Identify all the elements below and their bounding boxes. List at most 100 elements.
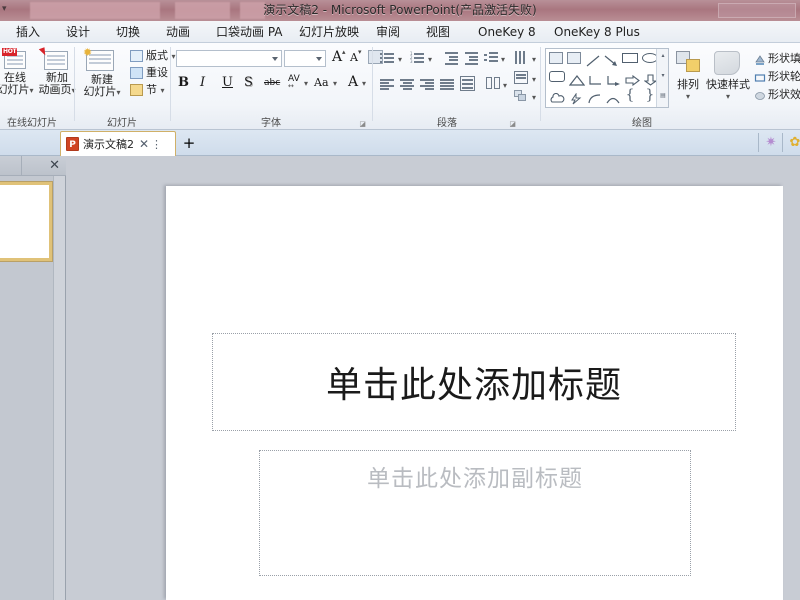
slide-thumbnail-1[interactable] xyxy=(0,181,53,262)
align-left-button[interactable] xyxy=(380,77,396,92)
gallery-more-icon[interactable]: ▤ xyxy=(659,91,667,101)
new-document-tab-button[interactable]: + xyxy=(180,132,198,154)
shape-rectangle-icon[interactable] xyxy=(622,53,638,63)
align-text-button[interactable] xyxy=(514,71,530,86)
line-spacing-button[interactable] xyxy=(484,51,500,66)
layout-icon xyxy=(130,50,143,62)
shape-arc-icon[interactable] xyxy=(606,90,620,104)
ribbon-group-paragraph: ▾ 1 2 3 ▾ ▾ ▾ 段落 ◪ xyxy=(374,43,520,129)
reset-button[interactable]: 重设 xyxy=(146,66,168,80)
quick-styles-button[interactable]: 快速样式 ▾ xyxy=(706,79,750,103)
chevron-down-icon[interactable]: ▾ xyxy=(503,81,507,90)
shapes-gallery-scrollbar[interactable]: ▴ ▾ ▤ xyxy=(656,49,668,107)
arrange-button[interactable]: 排列 ▾ xyxy=(670,79,706,103)
chevron-down-icon[interactable]: ▾ xyxy=(362,79,366,88)
italic-button[interactable]: I xyxy=(200,75,205,90)
subtitle-placeholder-text: 单击此处添加副标题 xyxy=(367,466,583,492)
text-direction-button[interactable] xyxy=(514,51,530,66)
shape-curve-icon[interactable] xyxy=(588,90,602,104)
ribbon-tab-view[interactable]: 视图 xyxy=(424,21,452,43)
shape-effects-button[interactable]: 形状效果 xyxy=(768,86,800,102)
chevron-down-icon[interactable]: ▾ xyxy=(532,93,536,102)
ribbon-tab-review[interactable]: 审阅 xyxy=(374,21,402,43)
tab-menu-icon[interactable]: ⋮ xyxy=(151,132,162,157)
shape-fill-button[interactable]: 形状填充 xyxy=(768,50,800,66)
columns-button[interactable] xyxy=(486,77,502,92)
bullets-button[interactable] xyxy=(380,51,396,66)
chevron-down-icon[interactable]: ▾ xyxy=(428,55,432,64)
align-right-button[interactable] xyxy=(420,77,436,92)
text-shadow-button[interactable]: S xyxy=(244,75,253,90)
shape-right-brace-icon[interactable]: } xyxy=(645,88,655,103)
font-color-button[interactable]: A xyxy=(348,74,358,90)
change-case-button[interactable]: Aa xyxy=(314,76,329,89)
ribbon-group-slides: ✹ 新建 幻灯片▾ 版式 ▾ 重设 节 ▾ 幻灯片 xyxy=(74,43,176,129)
shape-outline-button[interactable]: 形状轮廓 xyxy=(768,68,800,84)
justify-button[interactable] xyxy=(440,77,456,92)
ribbon-tab-animations[interactable]: 动画 xyxy=(164,21,192,43)
chevron-down-icon[interactable]: ▾ xyxy=(532,55,536,64)
ribbon-group-label-slides: 幻灯片 xyxy=(107,118,137,129)
ribbon-tab-design[interactable]: 设计 xyxy=(64,21,92,43)
title-placeholder-text: 单击此处添加标题 xyxy=(325,365,622,406)
distribute-text-button[interactable] xyxy=(460,76,476,91)
chevron-down-icon[interactable]: ▾ xyxy=(501,55,505,64)
shape-elbow-arrow-icon[interactable] xyxy=(607,71,621,86)
section-icon xyxy=(130,84,143,96)
numbering-button[interactable]: 1 2 3 xyxy=(410,51,426,66)
ribbon-tab-onekey8plus[interactable]: OneKey 8 Plus xyxy=(552,21,642,43)
ribbon-tab-onekey8[interactable]: OneKey 8 xyxy=(476,21,538,43)
shape-triangle-icon[interactable] xyxy=(568,71,586,86)
ribbon-tab-slideshow[interactable]: 幻灯片放映 xyxy=(297,21,361,43)
chevron-down-icon[interactable]: ▾ xyxy=(532,75,536,84)
chevron-down-icon[interactable]: ▾ xyxy=(333,79,337,88)
reset-icon xyxy=(130,67,143,79)
ribbon-tab-pocket-anim[interactable]: 口袋动画 PA xyxy=(214,21,285,43)
shape-arrow-icon[interactable] xyxy=(604,52,618,66)
online-slide-button[interactable]: 在线 幻灯片▾ xyxy=(0,72,38,97)
ribbon-tab-transitions[interactable]: 切换 xyxy=(114,21,142,43)
bold-button[interactable]: B xyxy=(178,75,189,90)
subtitle-placeholder[interactable]: 单击此处添加副标题 xyxy=(259,450,691,576)
magic-wand-icon[interactable]: ✷ xyxy=(759,130,783,155)
thumbnail-pane-scrollbar[interactable] xyxy=(53,176,65,600)
title-placeholder[interactable]: 单击此处添加标题 xyxy=(212,333,736,431)
slide-canvas[interactable]: 单击此处添加标题 单击此处添加副标题 xyxy=(166,186,783,600)
underline-button[interactable]: U xyxy=(222,75,233,90)
section-button[interactable]: 节 ▾ xyxy=(146,83,165,98)
scroll-down-icon[interactable]: ▾ xyxy=(659,71,667,81)
shape-textbox-v-icon[interactable] xyxy=(567,52,581,64)
close-icon[interactable]: ✕ xyxy=(49,156,60,176)
shape-line-icon[interactable] xyxy=(586,52,600,67)
shapes-gallery[interactable]: { } ▴ ▾ ▤ xyxy=(545,48,669,108)
gear-icon[interactable]: ✿ xyxy=(783,130,800,155)
scroll-up-icon[interactable]: ▴ xyxy=(659,51,667,61)
ribbon-tab-insert[interactable]: 插入 xyxy=(14,21,42,43)
shape-left-brace-icon[interactable]: { xyxy=(625,88,635,103)
shape-right-arrow-icon[interactable] xyxy=(625,71,640,87)
window-controls[interactable] xyxy=(718,3,796,18)
document-tab-presentation2[interactable]: P 演示文稿2 ✕ ⋮ xyxy=(60,131,176,156)
shape-rounded-rect-icon[interactable] xyxy=(549,71,565,82)
shape-textbox-icon[interactable] xyxy=(549,52,563,64)
font-name-combo[interactable] xyxy=(176,50,282,67)
close-icon[interactable]: ✕ xyxy=(139,132,149,157)
convert-smartart-button[interactable] xyxy=(514,90,530,105)
font-size-combo[interactable] xyxy=(284,50,326,67)
shape-cloud-icon[interactable] xyxy=(549,90,565,103)
new-slide-button[interactable]: 新建 幻灯片▾ xyxy=(74,74,130,99)
shape-effects-icon xyxy=(754,87,766,100)
shape-lightning-icon[interactable] xyxy=(569,90,583,105)
shape-elbow-connector-icon[interactable] xyxy=(589,71,603,85)
increase-indent-button[interactable] xyxy=(464,51,480,66)
align-center-button[interactable] xyxy=(400,77,416,92)
font-dialog-launcher[interactable]: ◪ xyxy=(359,120,366,128)
decrease-indent-button[interactable] xyxy=(444,51,460,66)
chevron-down-icon: ▾ xyxy=(685,92,690,101)
chevron-down-icon[interactable]: ▾ xyxy=(398,55,402,64)
grow-font-button[interactable]: A xyxy=(332,49,342,65)
ribbon-group-label-drawing: 绘图 xyxy=(632,118,652,129)
chevron-down-icon[interactable]: ▾ xyxy=(304,79,308,88)
strikethrough-button[interactable]: abc xyxy=(264,78,280,88)
window-title: 演示文稿2 - Microsoft PowerPoint(产品激活失败) xyxy=(263,3,537,17)
